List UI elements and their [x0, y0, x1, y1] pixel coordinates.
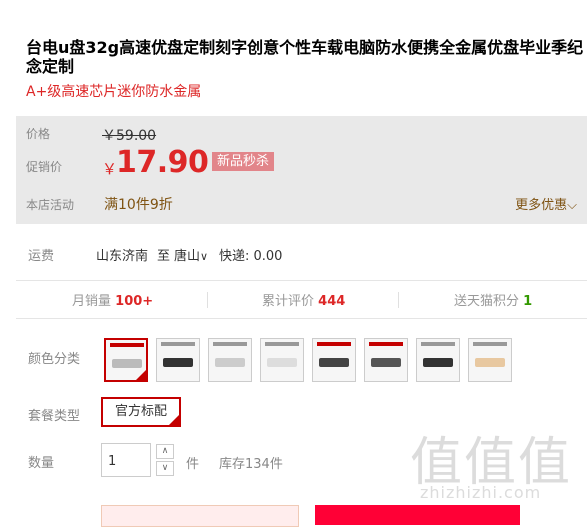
- package-option-standard[interactable]: 官方标配: [101, 397, 181, 427]
- color-option-5[interactable]: [312, 338, 356, 382]
- quantity-label: 数量: [28, 456, 55, 471]
- quantity-decrease-button[interactable]: ∨: [156, 461, 174, 476]
- usb-stick-image: [215, 358, 245, 367]
- price-panel: 价格 ￥59.00 促销价 ￥ 17.90 新品秒杀 本店活动 满10件9折 更…: [16, 116, 587, 224]
- tmall-points-value: 1: [523, 294, 533, 309]
- thumb-header: [110, 343, 144, 347]
- ship-from: 山东济南: [96, 249, 149, 264]
- express-fee: 快递: 0.00: [219, 249, 283, 264]
- thumb-header: [213, 342, 247, 346]
- color-option-2[interactable]: [156, 338, 200, 382]
- tmall-points-label: 送天猫积分: [454, 294, 520, 309]
- selected-check-icon: [168, 414, 180, 426]
- currency-symbol: ￥: [102, 160, 118, 178]
- usb-stick-image: [371, 358, 401, 367]
- shipping-label: 运费: [28, 249, 55, 264]
- more-discounts-label: 更多优惠: [515, 198, 568, 213]
- chevron-down-icon: ⌵: [567, 198, 577, 213]
- promo-price: 17.90: [116, 145, 209, 180]
- thumb-header: [369, 342, 403, 346]
- watermark-site: zhizhizhi.com: [420, 483, 542, 502]
- color-label: 颜色分类: [28, 352, 81, 367]
- price-label: 价格: [26, 127, 51, 141]
- package-option-label: 官方标配: [114, 404, 167, 419]
- buy-now-button[interactable]: [101, 505, 299, 527]
- divider: [16, 280, 587, 281]
- thumb-header: [161, 342, 195, 346]
- color-option-7[interactable]: [416, 338, 460, 382]
- quantity-input[interactable]: 1: [101, 443, 151, 477]
- monthly-sales-value: 100+: [115, 294, 154, 309]
- color-option-3[interactable]: [208, 338, 252, 382]
- divider: [16, 318, 587, 319]
- store-activity[interactable]: 满10件9折: [104, 194, 173, 214]
- color-option-4[interactable]: [260, 338, 304, 382]
- divider: [398, 292, 399, 308]
- total-reviews-label: 累计评价: [262, 294, 315, 309]
- usb-stick-image: [163, 358, 193, 367]
- thumb-header: [317, 342, 351, 346]
- more-discounts-link[interactable]: 更多优惠⌵: [515, 194, 577, 213]
- usb-stick-image: [319, 358, 349, 367]
- chevron-down-icon: ∨: [200, 250, 209, 263]
- usb-stick-image: [423, 358, 453, 367]
- total-reviews[interactable]: 累计评价 444: [262, 290, 345, 309]
- divider: [207, 292, 208, 308]
- usb-stick-image: [112, 359, 142, 368]
- color-option-6[interactable]: [364, 338, 408, 382]
- usb-stick-image: [267, 358, 297, 367]
- color-option-8[interactable]: [468, 338, 512, 382]
- ship-destination[interactable]: 唐山∨: [174, 245, 208, 264]
- ship-to-word: 至: [157, 249, 171, 264]
- product-subtitle: A+级高速芯片迷你防水金属: [26, 84, 202, 100]
- color-option-1[interactable]: [104, 338, 148, 382]
- quantity-increase-button[interactable]: ∧: [156, 444, 174, 459]
- package-label: 套餐类型: [28, 409, 81, 424]
- thumb-header: [473, 342, 507, 346]
- thumb-header: [265, 342, 299, 346]
- monthly-sales: 月销量 100+: [72, 290, 153, 309]
- activity-label: 本店活动: [26, 198, 75, 212]
- product-title: 台电u盘32g高速优盘定制刻字创意个性车载电脑防水便携全金属优盘毕业季纪念定制: [26, 38, 584, 76]
- stock-count: 库存134件: [219, 457, 283, 472]
- flash-sale-badge: 新品秒杀: [212, 152, 275, 171]
- quantity-unit: 件: [186, 457, 200, 472]
- promo-price-label: 促销价: [26, 160, 63, 174]
- ship-destination-label: 唐山: [174, 249, 201, 264]
- add-to-cart-button[interactable]: [315, 505, 520, 525]
- total-reviews-value: 444: [318, 294, 346, 309]
- original-price: ￥59.00: [102, 128, 157, 144]
- thumb-header: [421, 342, 455, 346]
- selected-check-icon: [135, 369, 147, 381]
- tmall-points: 送天猫积分 1: [454, 290, 532, 309]
- usb-stick-image: [475, 358, 505, 367]
- monthly-sales-label: 月销量: [72, 294, 112, 309]
